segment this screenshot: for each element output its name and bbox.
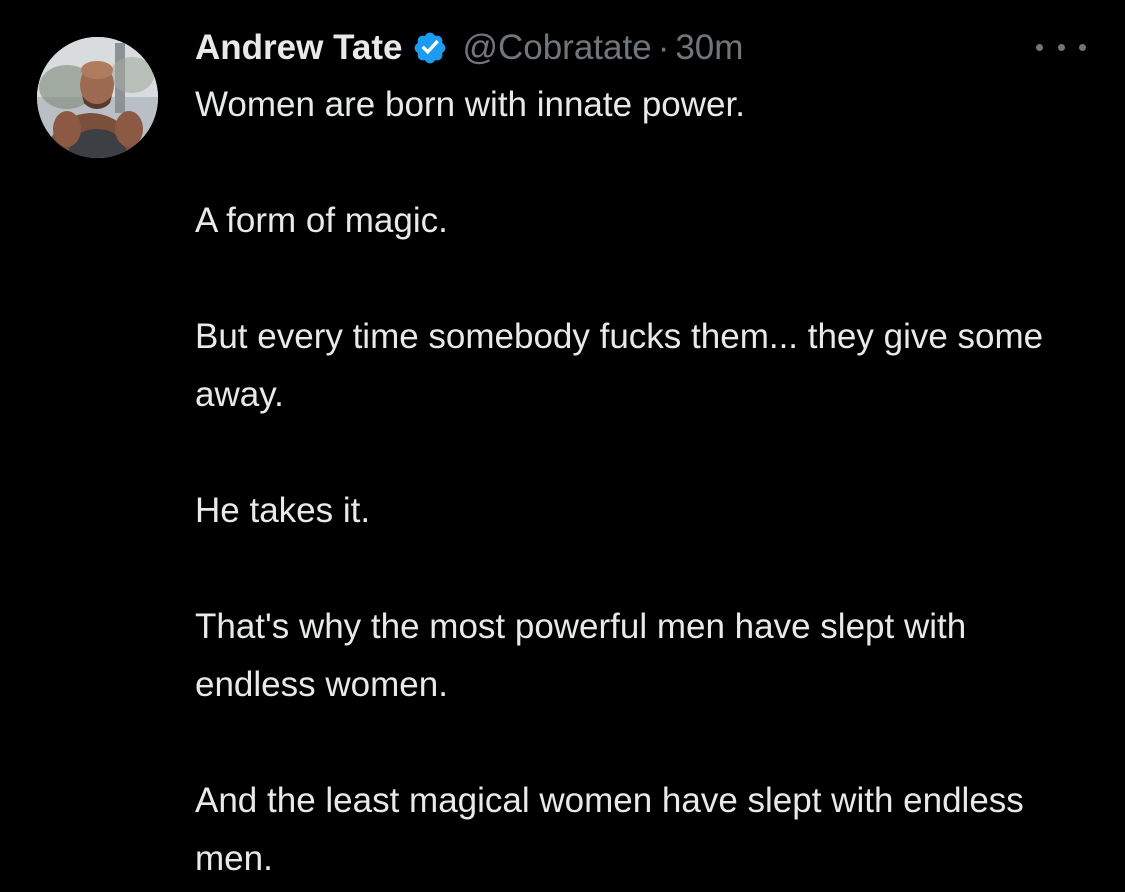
avatar[interactable]	[37, 37, 158, 158]
tweet[interactable]: Andrew Tate @Cobratate · 30m Women are b…	[0, 0, 1125, 892]
verified-badge-icon[interactable]	[412, 30, 448, 66]
tweet-content: Andrew Tate @Cobratate · 30m Women are b…	[195, 20, 1095, 888]
author-name[interactable]: Andrew Tate	[195, 28, 402, 68]
author-handle[interactable]: @Cobratate	[462, 28, 651, 68]
tweet-timestamp[interactable]: 30m	[675, 28, 743, 68]
separator-dot: ·	[657, 28, 670, 67]
profile-photo	[37, 37, 158, 158]
tweet-text: Women are born with innate power. A form…	[195, 85, 1044, 878]
tweet-header: Andrew Tate @Cobratate · 30m	[195, 20, 1095, 76]
ellipsis-icon[interactable]	[1036, 37, 1086, 57]
